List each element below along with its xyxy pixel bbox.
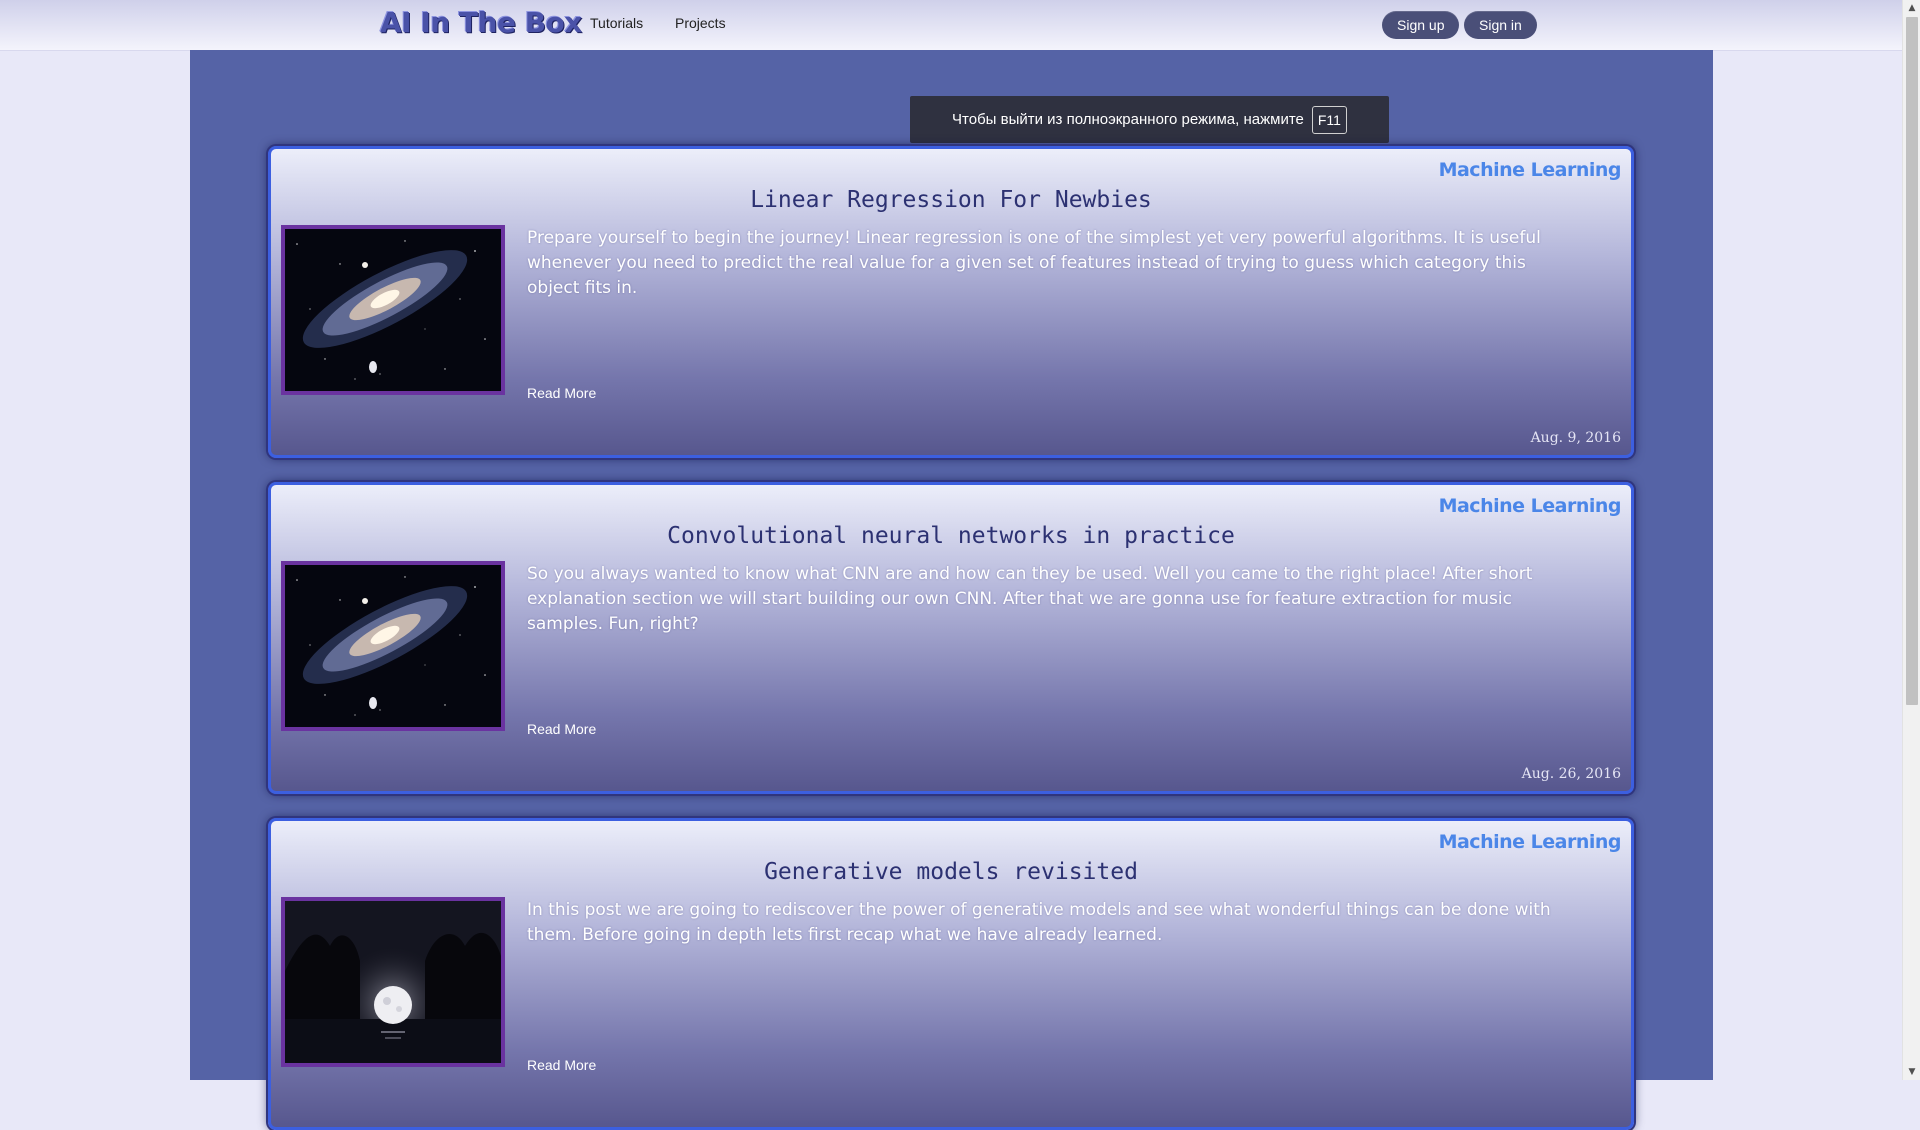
post-card: Machine Learning Convolutional neural ne…: [268, 482, 1634, 794]
post-category[interactable]: Machine Learning: [1439, 831, 1622, 853]
post-summary: In this post we are going to rediscover …: [527, 900, 1551, 945]
nav-link-tutorials[interactable]: Tutorials: [590, 15, 643, 31]
galaxy-image[interactable]: [281, 561, 505, 731]
post-category[interactable]: Machine Learning: [1439, 159, 1622, 181]
post-summary: Prepare yourself to begin the journey! L…: [527, 228, 1541, 298]
post-title[interactable]: Generative models revisited: [271, 859, 1631, 885]
post-card: Machine Learning Linear Regression For N…: [268, 146, 1634, 458]
nav-link-projects[interactable]: Projects: [675, 15, 726, 31]
post-date: Aug. 26, 2016: [1521, 766, 1621, 782]
scrollbar-thumb[interactable]: [1906, 17, 1918, 705]
post-title[interactable]: Linear Regression For Newbies: [271, 187, 1631, 213]
top-navbar: AI In The Box Tutorials Projects Sign up…: [0, 0, 1902, 51]
scroll-down-arrow-icon[interactable]: ▼: [1903, 1064, 1920, 1080]
galaxy-image[interactable]: [281, 225, 505, 395]
post-card: Machine Learning Generative models revis…: [268, 818, 1634, 1130]
scroll-up-arrow-icon[interactable]: ▲: [1903, 0, 1920, 16]
post-category[interactable]: Machine Learning: [1439, 495, 1622, 517]
sign-in-button[interactable]: Sign in: [1464, 11, 1537, 39]
site-logo[interactable]: AI In The Box: [380, 6, 582, 39]
post-date: Aug. 9, 2016: [1530, 430, 1621, 446]
fullscreen-exit-notice: Чтобы выйти из полноэкранного режима, на…: [910, 96, 1389, 143]
read-more-link[interactable]: Read More: [527, 385, 596, 401]
read-more-link[interactable]: Read More: [527, 721, 596, 737]
fullscreen-notice-text: Чтобы выйти из полноэкранного режима, на…: [952, 111, 1304, 128]
post-title[interactable]: Convolutional neural networks in practic…: [271, 523, 1631, 549]
sign-up-button[interactable]: Sign up: [1382, 11, 1460, 39]
moon-image[interactable]: [281, 897, 505, 1067]
f11-key-badge: F11: [1311, 105, 1347, 134]
read-more-link[interactable]: Read More: [527, 1057, 596, 1073]
post-summary: So you always wanted to know what CNN ar…: [527, 564, 1533, 634]
vertical-scrollbar[interactable]: ▲ ▼: [1902, 0, 1920, 1080]
